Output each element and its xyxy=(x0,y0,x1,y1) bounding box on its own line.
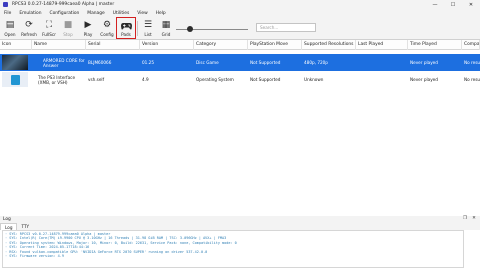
maximize-button[interactable]: ☐ xyxy=(444,0,462,9)
gamepad-shape xyxy=(120,22,132,29)
game-version: 4.9 xyxy=(142,77,149,82)
fullscreen-button[interactable]: ⛶ FullScr xyxy=(40,18,58,38)
game-version: 01.25 xyxy=(142,60,154,65)
game-last-played xyxy=(356,54,408,71)
pads-label: Pads xyxy=(121,32,131,37)
fullscreen-icon: ⛶ xyxy=(45,20,53,30)
stop-button[interactable]: ■ Stop xyxy=(59,18,77,38)
open-label: Open xyxy=(4,32,16,37)
game-name: The PS3 Interface (XMB, or VSH) xyxy=(38,75,76,85)
game-resolutions: 480p, 720p xyxy=(304,60,328,65)
game-serial: vsh.self xyxy=(88,77,105,82)
game-time-played: Never played xyxy=(410,77,438,82)
stop-icon: ■ xyxy=(63,20,73,30)
gear-icon: ⚙ xyxy=(102,20,112,30)
game-time-played: Never played xyxy=(410,60,438,65)
grid-view-icon: ▦ xyxy=(161,20,171,30)
game-list-header: Icon Name Serial Version Category PlaySt… xyxy=(0,40,480,50)
list-view-button[interactable]: ☰ List xyxy=(139,18,157,38)
game-name: ARMORED CORE for Answer xyxy=(43,58,85,68)
icon-size-slider[interactable] xyxy=(176,26,248,32)
toolbar-separator xyxy=(137,21,138,36)
column-header-name[interactable]: Name xyxy=(32,40,86,50)
play-icon: ▶ xyxy=(84,20,92,30)
game-move-support: Not Supported xyxy=(250,77,281,82)
list-label: List xyxy=(144,32,152,37)
menu-manage[interactable]: Manage xyxy=(83,11,108,16)
game-move-support: Not Supported xyxy=(250,60,281,65)
refresh-label: Refresh xyxy=(21,32,37,37)
fullscreen-label: FullScr xyxy=(42,32,56,37)
toolbar: ▤ Open ⟳ Refresh ⛶ FullScr ■ Stop ▶ Play… xyxy=(0,17,480,40)
play-label: Play xyxy=(83,32,93,37)
menu-configuration[interactable]: Configuration xyxy=(46,11,84,16)
game-resolutions: Unknown xyxy=(304,77,324,82)
game-last-played xyxy=(356,71,408,88)
tab-log[interactable]: Log xyxy=(0,223,18,230)
window-title: RPCS3 0.0.27-14879-999caea0 Alpha | mast… xyxy=(12,2,115,7)
column-header-last-played[interactable]: Last Played xyxy=(356,40,408,50)
stop-label: Stop xyxy=(63,32,73,37)
menu-emulation[interactable]: Emulation xyxy=(15,11,45,16)
menu-bar: File Emulation Configuration Manage Util… xyxy=(0,9,480,17)
log-line: · SYS: Firmware version: 4.9 xyxy=(5,254,65,259)
title-bar: RPCS3 0.0.27-14879-999caea0 Alpha | mast… xyxy=(0,0,480,9)
grid-view-button[interactable]: ▦ Grid xyxy=(157,18,175,38)
gamepad-icon xyxy=(120,20,132,31)
dock-float-button[interactable]: ❐ xyxy=(462,216,468,222)
column-header-playstation-move[interactable]: PlayStation Move xyxy=(248,40,302,50)
table-row[interactable]: ARMORED CORE for Answer BLJM60066 01.25 … xyxy=(0,54,480,71)
ps3-vsh-icon xyxy=(2,72,28,87)
menu-help[interactable]: Help xyxy=(152,11,170,16)
game-compatibility: No results xyxy=(464,60,480,65)
column-header-compatibility[interactable]: Compatibility xyxy=(462,40,480,50)
window-controls: — ☐ ✕ xyxy=(426,0,480,9)
log-output[interactable]: · SYS: RPCS3 v0.0.27-14879-999caea0 Alph… xyxy=(2,230,464,268)
menu-view[interactable]: View xyxy=(133,11,151,16)
dock-close-button[interactable]: ✕ xyxy=(471,216,477,222)
refresh-button[interactable]: ⟳ Refresh xyxy=(20,18,38,38)
list-view-icon: ☰ xyxy=(143,20,153,30)
armored-core-icon xyxy=(2,55,28,70)
game-serial: BLJM60066 xyxy=(88,60,112,65)
close-button[interactable]: ✕ xyxy=(462,0,480,9)
game-compatibility: No results xyxy=(464,77,480,82)
slider-thumb[interactable] xyxy=(187,26,194,32)
game-category: Operating System xyxy=(196,77,234,82)
play-button[interactable]: ▶ Play xyxy=(79,18,97,38)
refresh-icon: ⟳ xyxy=(25,20,33,30)
minimize-button[interactable]: — xyxy=(426,0,444,9)
column-header-version[interactable]: Version xyxy=(140,40,194,50)
search-input[interactable]: Search... xyxy=(256,23,316,32)
folder-open-icon: ▤ xyxy=(5,20,15,30)
grid-label: Grid xyxy=(161,32,171,37)
config-button[interactable]: ⚙ Config xyxy=(98,18,116,38)
ps3-logo-shape xyxy=(10,74,20,85)
open-button[interactable]: ▤ Open xyxy=(1,18,19,38)
column-header-resolutions[interactable]: Supported Resolutions xyxy=(302,40,356,50)
menu-utilities[interactable]: Utilities xyxy=(109,11,134,16)
log-tab-bar: Log TTY xyxy=(0,223,480,230)
column-header-serial[interactable]: Serial xyxy=(86,40,140,50)
table-row[interactable]: The PS3 Interface (XMB, or VSH) vsh.self… xyxy=(0,71,480,88)
tab-tty[interactable]: TTY xyxy=(17,223,33,230)
pads-button[interactable]: Pads xyxy=(116,17,136,39)
rpcs3-app-icon xyxy=(3,2,8,7)
log-dock-title: Log xyxy=(0,216,480,223)
game-category: Disc Game xyxy=(196,60,219,65)
game-list-panel: Icon Name Serial Version Category PlaySt… xyxy=(0,40,480,213)
column-header-time-played[interactable]: Time Played xyxy=(408,40,462,50)
column-header-category[interactable]: Category xyxy=(194,40,248,50)
menu-file[interactable]: File xyxy=(0,11,15,16)
config-label: Config xyxy=(100,32,114,37)
column-header-icon[interactable]: Icon xyxy=(0,40,32,50)
